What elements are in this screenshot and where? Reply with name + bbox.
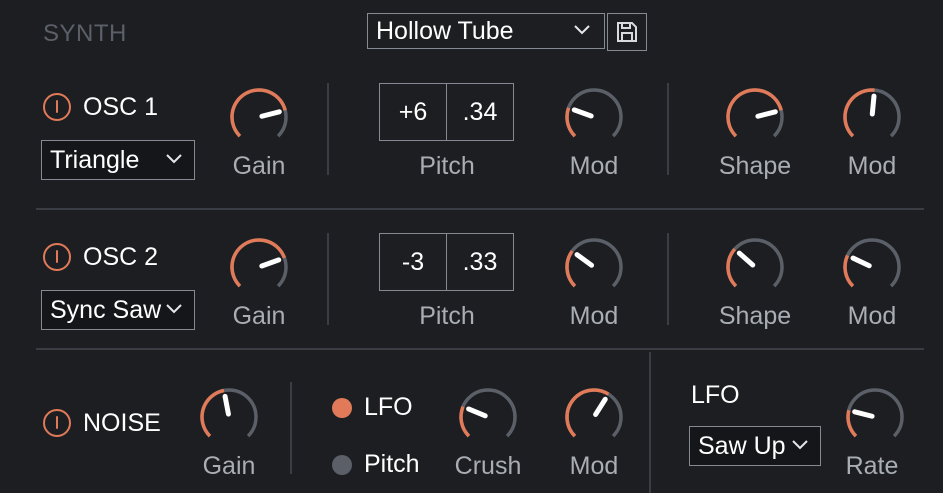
osc1-waveform-value: Triangle [50,145,140,174]
noise-gain-label: Gain [202,452,256,480]
column-divider [327,233,329,325]
knob-pointer [755,109,778,119]
noise-crush-label: Crush [454,452,522,480]
osc1-pitch-label: Pitch [419,152,475,180]
knob-value-arc [200,388,225,438]
osc1-pitch-box[interactable]: +6 .34 [379,83,514,141]
noise-mod-label: Mod [569,452,619,480]
noise-route-pitch-label: Pitch [364,450,420,478]
column-divider [667,233,669,325]
noise-mod-knob[interactable] [561,384,627,450]
knob-track [565,88,623,138]
knob-pointer [574,252,595,268]
osc1-pitch-fine[interactable]: .34 [446,84,513,140]
osc2-shape-mod-knob[interactable] [839,234,905,300]
osc1-shape-label: Shape [718,152,792,180]
osc2-gain-label: Gain [232,302,286,330]
osc1-shape-mod-knob[interactable] [839,84,905,150]
noise-gain-knob[interactable] [196,384,262,450]
osc1-pitch-mod-label: Mod [569,152,619,180]
osc2-power-icon[interactable] [43,243,71,271]
knob-value-arc [565,388,610,438]
osc2-pitch-mod-label: Mod [569,302,619,330]
row-divider [36,208,924,210]
lfo-waveform-dropdown[interactable]: Saw Up [689,426,821,466]
osc1-gain-label: Gain [232,152,286,180]
noise-power-icon[interactable] [43,409,71,437]
osc2-waveform-dropdown[interactable]: Sync Saw [41,290,195,330]
radio-unselected-icon [332,454,352,475]
column-divider [290,382,292,474]
knob-pointer [466,406,488,419]
knob-track [459,388,517,438]
noise-route-pitch-option[interactable]: Pitch [332,450,420,479]
knob-pointer [259,109,282,119]
knob-pointer [869,93,877,117]
osc1-shape-knob[interactable] [722,84,788,150]
knob-pointer [593,396,608,417]
osc2-pitch-label: Pitch [419,302,475,330]
osc2-gain-knob[interactable] [226,234,292,300]
osc2-pitch-semitones[interactable]: -3 [380,234,446,290]
osc2-pitch-mod-knob[interactable] [561,234,627,300]
lfo-rate-label: Rate [845,452,899,480]
noise-label: NOISE [83,409,161,437]
knob-pointer [259,257,282,269]
osc2-waveform-value: Sync Saw [50,295,162,324]
preset-dropdown[interactable]: Hollow Tube [367,13,605,49]
row-divider [36,348,924,350]
osc1-pitch-semitones[interactable]: +6 [380,84,446,140]
lfo-title: LFO [691,381,740,409]
radio-selected-icon [332,397,352,418]
chevron-down-icon [792,440,808,450]
knob-track [565,238,623,288]
knob-track [843,238,901,288]
column-divider [667,83,669,175]
lfo-waveform-value: Saw Up [698,431,786,460]
osc2-pitch-fine[interactable]: .33 [446,234,513,290]
osc2-pitch-box[interactable]: -3 .33 [379,233,514,291]
preset-name: Hollow Tube [376,16,514,45]
osc1-shape-mod-label: Mod [847,152,897,180]
section-title: SYNTH [43,20,127,47]
noise-crush-knob[interactable] [455,384,521,450]
osc2-label: OSC 2 [83,243,159,271]
osc1-label: OSC 1 [83,93,159,121]
osc1-pitch-mod-knob[interactable] [561,84,627,150]
osc1-waveform-dropdown[interactable]: Triangle [41,140,195,180]
knob-pointer [850,255,872,269]
knob-pointer [571,107,594,119]
noise-route-lfo-label: LFO [364,393,413,421]
save-icon [617,22,637,42]
save-preset-button[interactable] [607,13,647,51]
noise-route-lfo-option[interactable]: LFO [332,393,413,422]
knob-value-arc [726,247,738,288]
lfo-rate-knob[interactable] [842,384,908,450]
column-divider [327,83,329,175]
knob-pointer [222,393,231,417]
chevron-down-icon [166,304,182,314]
osc1-gain-knob[interactable] [226,84,292,150]
knob-value-arc [565,250,577,288]
knob-pointer [852,409,875,419]
knob-pointer [736,250,756,268]
osc2-shape-label: Shape [718,302,792,330]
chevron-down-icon [574,25,590,35]
osc1-power-icon[interactable] [43,93,71,121]
osc2-shape-mod-label: Mod [847,302,897,330]
chevron-down-icon [166,154,182,164]
osc2-shape-knob[interactable] [722,234,788,300]
knob-track [726,238,784,288]
